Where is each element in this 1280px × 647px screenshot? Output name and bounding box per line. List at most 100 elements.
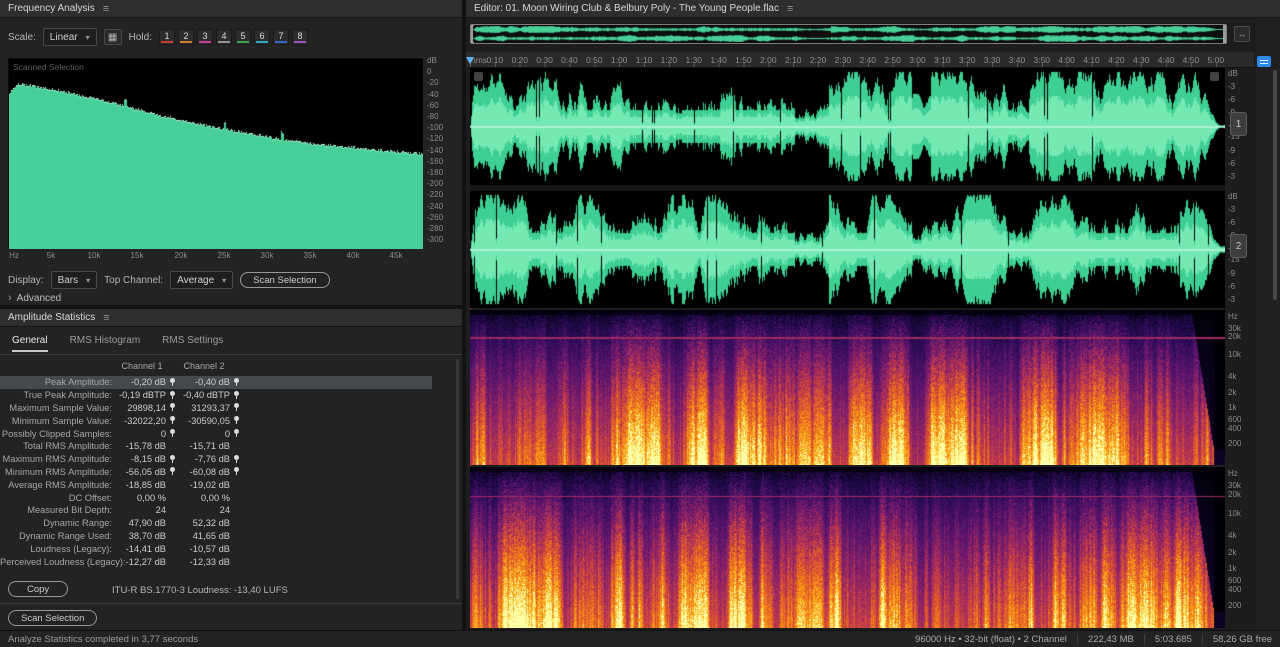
spectrogram-ch1[interactable] bbox=[470, 310, 1225, 465]
locate-icon[interactable] bbox=[233, 403, 240, 412]
frequency-graph[interactable]: Scanned Selection bbox=[8, 58, 423, 249]
stat-row[interactable]: Peak Amplitude: -0,20 dB -0,40 dB bbox=[0, 376, 432, 389]
stat-row[interactable]: Loudness (Legacy): -14,41 dB -10,57 dB bbox=[0, 542, 432, 555]
stat-row[interactable]: Perceived Loudness (Legacy): -12,27 dB -12… bbox=[0, 555, 432, 568]
stat-value-ch1: 0 bbox=[160, 428, 166, 439]
locate-icon[interactable] bbox=[169, 403, 176, 412]
stat-value-ch1: -15,78 dB bbox=[125, 441, 166, 452]
channel-button-2[interactable]: 2 bbox=[1230, 234, 1247, 258]
locate-icon[interactable] bbox=[233, 377, 240, 387]
stat-row[interactable]: True Peak Amplitude: -0,19 dBTP -0,40 dBTP bbox=[0, 389, 432, 402]
stat-row[interactable]: Minimum Sample Value: -32022,20 -30590,05 bbox=[0, 414, 432, 427]
channel-button-1[interactable]: 1 bbox=[1230, 112, 1247, 136]
playhead-marker[interactable] bbox=[466, 57, 474, 64]
db-tick: -120 bbox=[427, 134, 444, 144]
locate-icon[interactable] bbox=[233, 416, 240, 425]
frequency-bottom-controls: Display: Bars ▾ Top Channel: Average ▾ S… bbox=[8, 271, 330, 289]
locate-icon[interactable] bbox=[233, 454, 240, 464]
spectrogram-ch2[interactable] bbox=[470, 467, 1225, 628]
hold-button-2[interactable]: 2 bbox=[177, 29, 194, 45]
stat-row[interactable]: Average RMS Amplitude: -18,85 dB -19,02 dB bbox=[0, 478, 432, 491]
graph-style-icon[interactable]: ▦ bbox=[103, 29, 122, 45]
icon-slot bbox=[166, 429, 178, 438]
hold-button-7[interactable]: 7 bbox=[272, 29, 289, 45]
locate-icon[interactable] bbox=[169, 416, 176, 425]
vertical-zoom-icon[interactable] bbox=[1257, 56, 1271, 67]
tab-rms-settings[interactable]: RMS Settings bbox=[162, 335, 223, 352]
stat-row[interactable]: Possibly Clipped Samples: 0 0 bbox=[0, 427, 432, 440]
hold-button-6[interactable]: 6 bbox=[253, 29, 270, 45]
panel-menu-icon[interactable]: ≡ bbox=[787, 3, 793, 15]
locate-icon[interactable] bbox=[233, 429, 240, 438]
locate-icon[interactable] bbox=[233, 390, 240, 400]
editor-header[interactable]: Editor: 01. Moon Wiring Club & Belbury P… bbox=[466, 0, 1280, 18]
channel2-header: Channel 2 bbox=[183, 361, 225, 371]
timeline-ruler[interactable]: hms 0:10 0:20 0:30 0:40 0:50 1:00 1:10 1:20 1:30… bbox=[466, 52, 1280, 68]
chevron-down-icon: ▾ bbox=[85, 32, 90, 42]
hold-buttons: 12345678 bbox=[158, 29, 308, 45]
tab-general[interactable]: General bbox=[12, 335, 48, 352]
scanned-selection-label: Scanned Selection bbox=[13, 62, 84, 72]
waveform-display[interactable] bbox=[470, 68, 1225, 308]
loudness-summary: ITU-R BS.1770-3 Loudness: -13,40 LUFS bbox=[112, 585, 288, 596]
locate-icon[interactable] bbox=[169, 390, 176, 400]
copy-button[interactable]: Copy bbox=[8, 581, 69, 597]
scale-value: Linear bbox=[49, 31, 78, 43]
freq-tick: 20k bbox=[1228, 490, 1241, 499]
top-channel-select[interactable]: Average ▾ bbox=[170, 271, 234, 289]
stat-value-ch2: 24 bbox=[219, 505, 230, 516]
stat-row[interactable]: Dynamic Range: 47,90 dB 52,32 dB bbox=[0, 517, 432, 530]
stat-row[interactable]: Minimum RMS Amplitude: -56,05 dB -60,08 dB bbox=[0, 466, 432, 479]
status-item: 5:03.685 bbox=[1143, 633, 1192, 645]
scale-label: Scale: bbox=[8, 31, 36, 43]
panel-menu-icon[interactable]: ≡ bbox=[103, 312, 109, 324]
display-select[interactable]: Bars ▾ bbox=[50, 271, 98, 289]
stat-value-ch1: -0,19 dBTP bbox=[118, 390, 166, 401]
locate-icon[interactable] bbox=[169, 454, 176, 464]
locate-icon[interactable] bbox=[169, 429, 176, 438]
frequency-analysis-header[interactable]: Frequency Analysis ≡ bbox=[0, 0, 462, 18]
stat-row[interactable]: Measured Bit Depth: 24 24 bbox=[0, 504, 432, 517]
db-tick: -280 bbox=[427, 224, 444, 233]
panel-menu-icon[interactable]: ≡ bbox=[103, 3, 109, 15]
stat-row[interactable]: DC Offset: 0,00 % 0,00 % bbox=[0, 491, 432, 504]
freq-tick: 2k bbox=[1228, 388, 1237, 397]
locate-icon[interactable] bbox=[233, 467, 240, 476]
hold-button-4[interactable]: 4 bbox=[215, 29, 232, 45]
scan-selection-button[interactable]: Scan Selection bbox=[240, 272, 330, 288]
freq-tick: 35k bbox=[303, 251, 317, 260]
zoom-icon[interactable]: ↔ bbox=[1234, 26, 1250, 42]
clip-badge-icon[interactable] bbox=[1210, 72, 1219, 81]
file-info: 96000 Hz • 32-bit (float) • 2 Channel 222… bbox=[915, 633, 1272, 645]
icon-slot bbox=[166, 390, 178, 400]
scan-selection-button[interactable]: Scan Selection bbox=[8, 610, 98, 626]
locate-icon[interactable] bbox=[169, 377, 176, 387]
frequency-graph-canvas bbox=[9, 59, 423, 249]
stat-value-ch2: -15,71 dB bbox=[189, 441, 230, 452]
hold-button-3[interactable]: 3 bbox=[196, 29, 213, 45]
tab-rms-histogram[interactable]: RMS Histogram bbox=[70, 335, 141, 352]
stat-value-ch2: 41,65 dB bbox=[192, 530, 230, 541]
scrollbar-thumb[interactable] bbox=[1273, 70, 1277, 300]
hold-button-1[interactable]: 1 bbox=[158, 29, 175, 45]
stat-row[interactable]: Maximum RMS Amplitude: -8,15 dB -7,76 dB bbox=[0, 453, 432, 466]
overview-navigator[interactable] bbox=[470, 24, 1227, 44]
advanced-toggle[interactable]: › Advanced bbox=[8, 292, 61, 304]
stat-row[interactable]: Total RMS Amplitude: -15,78 dB -15,71 dB bbox=[0, 440, 432, 453]
scrollbar[interactable] bbox=[456, 359, 459, 599]
amplitude-statistics-header[interactable]: Amplitude Statistics ≡ bbox=[0, 309, 462, 327]
stat-row[interactable]: Maximum Sample Value: 29898,14 31293,37 bbox=[0, 402, 432, 415]
scale-select[interactable]: Linear ▾ bbox=[42, 28, 97, 46]
locate-icon[interactable] bbox=[169, 467, 176, 476]
db-tick: -160 bbox=[427, 156, 444, 166]
hold-button-5[interactable]: 5 bbox=[234, 29, 251, 45]
clip-badge-icon[interactable] bbox=[474, 72, 483, 81]
stat-value-ch1: 38,70 dB bbox=[128, 530, 166, 541]
icon-slot bbox=[230, 467, 242, 476]
freq-tick: 400 bbox=[1228, 424, 1242, 433]
db-tick: -240 bbox=[427, 201, 444, 211]
hold-button-8[interactable]: 8 bbox=[291, 29, 308, 45]
freq-tick: Hz bbox=[9, 251, 19, 260]
freq-tick: 4k bbox=[1228, 531, 1237, 540]
stat-row[interactable]: Dynamic Range Used: 38,70 dB 41,65 dB bbox=[0, 530, 432, 543]
